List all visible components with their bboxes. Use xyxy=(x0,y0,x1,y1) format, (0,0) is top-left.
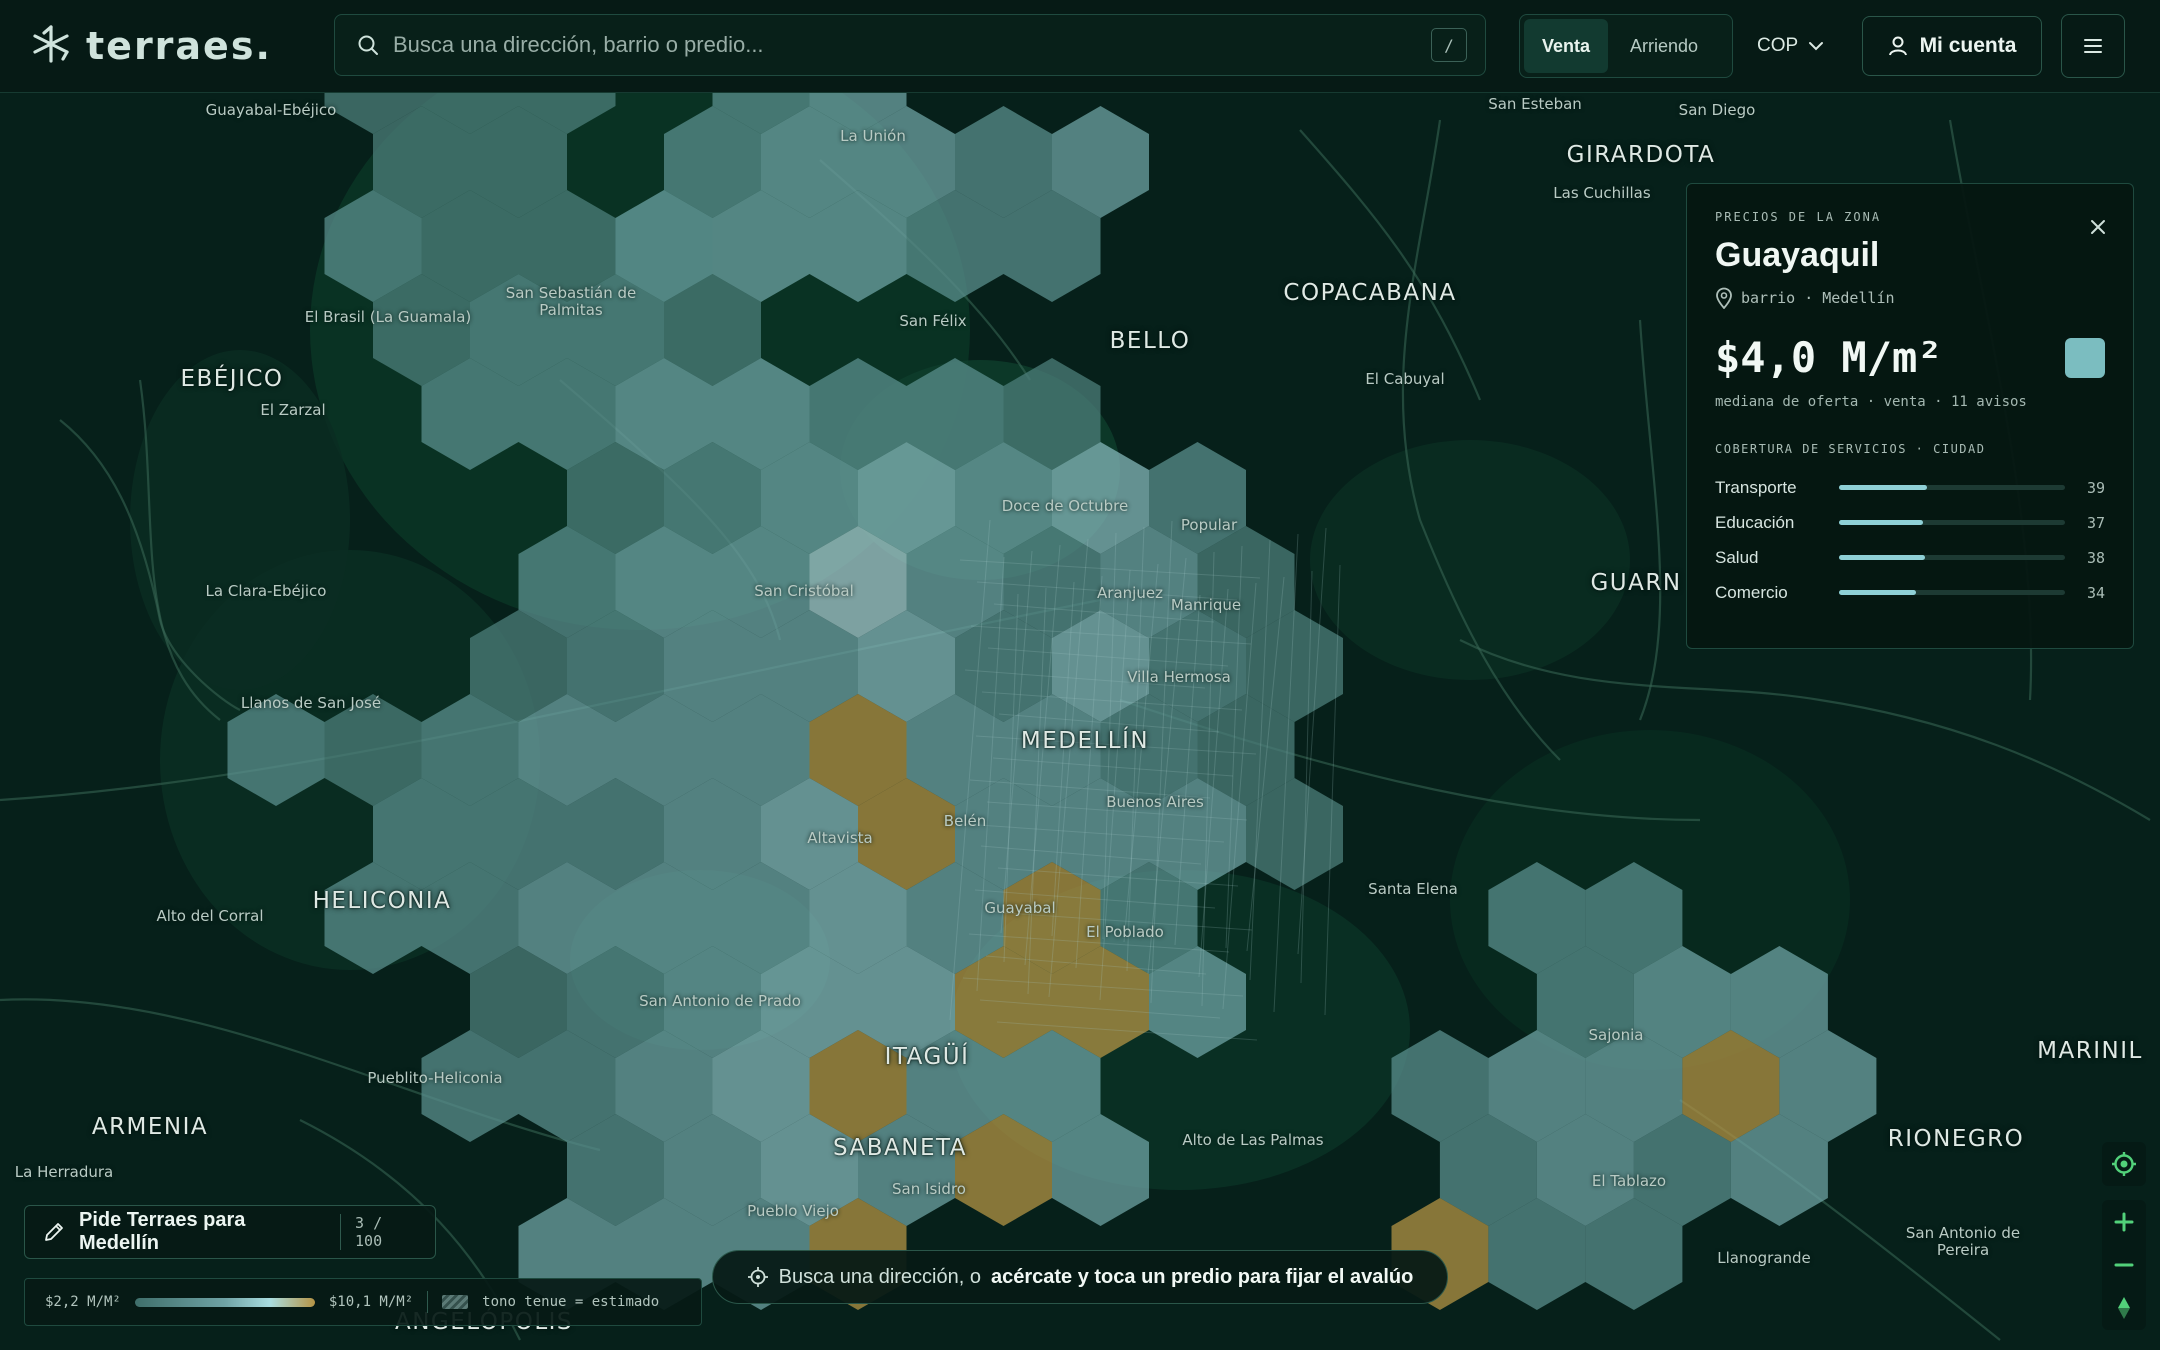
search-icon xyxy=(357,34,379,56)
zone-type-city: barrio · Medellín xyxy=(1741,289,1895,307)
zone-color-swatch xyxy=(2065,337,2105,378)
compass-button[interactable] xyxy=(2102,1286,2146,1329)
coverage-label: Educación xyxy=(1715,512,1795,532)
coverage-value: 39 xyxy=(2086,478,2105,497)
zone-price-panel: PRECIOS DE LA ZONA Guayaquil barrio · Me… xyxy=(1686,183,2134,649)
coverage-row: Salud 38 xyxy=(1715,540,2105,575)
legend-divider xyxy=(427,1291,429,1313)
ask-label: Pide Terraes para Medellín xyxy=(79,1209,246,1254)
chevron-down-icon xyxy=(1808,41,1824,51)
star-logo-icon xyxy=(30,23,72,70)
coverage-bar-fill xyxy=(1839,485,1928,490)
brand-wordmark: terraes. xyxy=(86,24,272,68)
coverage-bar-fill xyxy=(1839,555,1925,560)
mode-rent-button[interactable]: Arriendo xyxy=(1612,19,1716,73)
pencil-icon xyxy=(43,1221,65,1243)
zoom-controls xyxy=(2102,1200,2146,1330)
coverage-bar xyxy=(1839,555,2065,560)
menu-icon xyxy=(2083,38,2103,54)
locate-button[interactable] xyxy=(2102,1142,2146,1186)
coverage-label: Comercio xyxy=(1715,582,1788,602)
locate-icon xyxy=(2110,1150,2138,1178)
close-icon[interactable] xyxy=(2085,214,2111,240)
coverage-row: Comercio 34 xyxy=(1715,575,2105,610)
terrain-patch xyxy=(130,350,350,690)
legend-min: $2,2 M/M² xyxy=(45,1294,121,1310)
search-bar[interactable]: / xyxy=(334,14,1486,76)
coverage-label: Salud xyxy=(1715,547,1759,567)
zoom-in-button[interactable] xyxy=(2102,1200,2146,1243)
search-shortcut-key: / xyxy=(1431,28,1467,62)
zone-price-row: $4,0 M/m² xyxy=(1715,333,2105,382)
map-pin-icon xyxy=(1715,287,1733,309)
currency-value: COP xyxy=(1757,35,1799,56)
coverage-list: Transporte 39 Educación 37 Salud 38 Come… xyxy=(1715,470,2105,610)
plus-icon xyxy=(2114,1212,2134,1232)
coverage-bar-fill xyxy=(1839,590,1916,595)
account-label: Mi cuenta xyxy=(1919,34,2017,57)
price-legend: $2,2 M/M² $10,1 M/M² tono tenue = estima… xyxy=(24,1278,702,1326)
coverage-value: 34 xyxy=(2086,583,2105,602)
coverage-label: Transporte xyxy=(1715,477,1797,497)
hint-text: Busca una dirección, o xyxy=(778,1265,981,1288)
account-button[interactable]: Mi cuenta xyxy=(1862,16,2042,76)
currency-select[interactable]: COP xyxy=(1757,24,1824,68)
top-bar: terraes. / Venta Arriendo COP Mi cuenta xyxy=(0,0,2160,93)
coverage-bar xyxy=(1839,520,2065,525)
coverage-value: 38 xyxy=(2086,548,2105,567)
legend-estimated-note: tono tenue = estimado xyxy=(482,1294,660,1310)
legend-max: $10,1 M/M² xyxy=(328,1294,414,1310)
compass-icon xyxy=(2116,1296,2132,1320)
zone-kicker: PRECIOS DE LA ZONA xyxy=(1715,210,1882,224)
coverage-bar-fill xyxy=(1839,520,1923,525)
coverage-title: COBERTURA DE SERVICIOS · CIUDAD xyxy=(1715,442,1986,456)
coverage-bar xyxy=(1839,485,2065,490)
search-input[interactable] xyxy=(393,15,1431,75)
zone-name: Guayaquil xyxy=(1715,236,1880,274)
ask-terraes-button[interactable]: Pide Terraes para Medellín 3 / 100 xyxy=(24,1205,436,1259)
menu-button[interactable] xyxy=(2061,14,2125,78)
zone-price: $4,0 M/m² xyxy=(1715,333,1943,382)
coverage-row: Educación 37 xyxy=(1715,505,2105,540)
zone-location: barrio · Medellín xyxy=(1715,287,2105,309)
brand-logo[interactable]: terraes. xyxy=(30,22,272,70)
legend-gradient xyxy=(134,1297,315,1307)
crosshair-icon xyxy=(747,1266,769,1288)
ask-count: 3 / 100 xyxy=(340,1214,417,1250)
zoom-out-button[interactable] xyxy=(2102,1243,2146,1286)
coverage-bar xyxy=(1839,590,2065,595)
coverage-value: 37 xyxy=(2086,513,2105,532)
user-icon xyxy=(1888,35,1908,57)
zone-median-note: mediana de oferta · venta · 11 avisos xyxy=(1715,394,2027,410)
hint-emphasis: acércate y toca un predio para fijar el … xyxy=(990,1265,1414,1288)
coverage-row: Transporte 39 xyxy=(1715,470,2105,505)
estimated-pattern-swatch xyxy=(442,1295,469,1309)
minus-icon xyxy=(2114,1255,2134,1275)
map-hint: Busca una dirección, o acércate y toca u… xyxy=(712,1250,1448,1304)
mode-sale-button[interactable]: Venta xyxy=(1524,19,1609,73)
mode-toggle[interactable]: Venta Arriendo xyxy=(1519,14,1733,78)
